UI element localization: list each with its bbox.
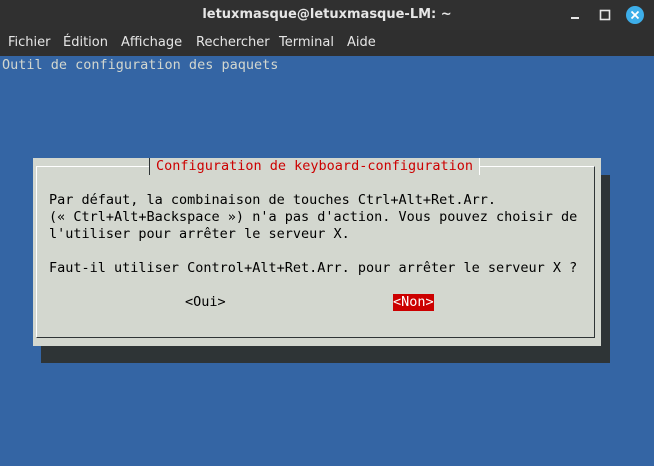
close-icon: [626, 6, 644, 24]
minimize-button[interactable]: [565, 5, 585, 25]
message-line-3: l'utiliser pour arrêter le serveur X.: [49, 226, 350, 242]
menu-terminal[interactable]: Terminal: [279, 35, 334, 50]
close-button[interactable]: [625, 5, 645, 25]
title-bar[interactable]: letuxmasque@letuxmasque-LM: ~: [0, 0, 654, 30]
message-line-1: Par défaut, la combinaison de touches Ct…: [49, 192, 497, 208]
maximize-button[interactable]: [595, 5, 615, 25]
menu-aide[interactable]: Aide: [347, 35, 376, 50]
window-title: letuxmasque@letuxmasque-LM: ~: [202, 7, 452, 22]
minimize-icon: [571, 17, 579, 19]
menu-bar: Fichier Édition Affichage Rechercher Ter…: [0, 30, 654, 56]
yes-button[interactable]: <Oui>: [185, 294, 226, 311]
maximize-icon: [599, 9, 611, 21]
menu-rechercher[interactable]: Rechercher: [196, 35, 270, 50]
message-line-2: (« Ctrl+Alt+Backspace ») n'a pas d'actio…: [49, 209, 578, 225]
config-dialog: Configuration de keyboard-configuration …: [33, 158, 601, 346]
backtitle: Outil de configuration des paquets: [2, 57, 279, 73]
no-button[interactable]: <Non>: [393, 294, 434, 311]
dialog-title: Configuration de keyboard-configuration: [149, 158, 480, 175]
menu-affichage[interactable]: Affichage: [121, 35, 182, 50]
terminal-window: letuxmasque@letuxmasque-LM: ~ Fichier Éd…: [0, 0, 654, 466]
menu-fichier[interactable]: Fichier: [8, 35, 51, 50]
menu-edition[interactable]: Édition: [63, 35, 108, 50]
terminal-area[interactable]: Outil de configuration des paquets Confi…: [0, 56, 654, 466]
question-line: Faut-il utiliser Control+Alt+Ret.Arr. po…: [49, 260, 578, 276]
